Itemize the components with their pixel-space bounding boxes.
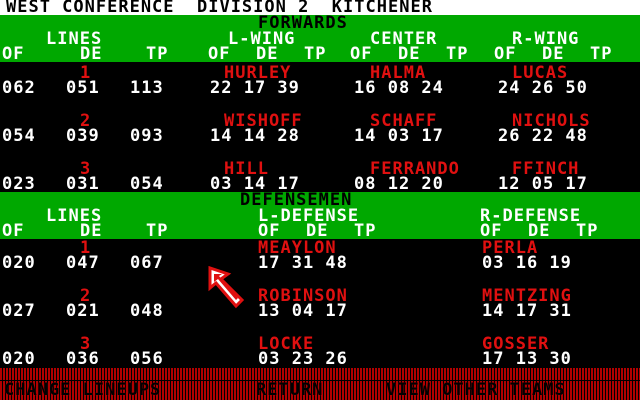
fw-col-header-de: DE — [398, 44, 421, 64]
line-offense: 020 — [2, 349, 36, 369]
fw-col-header-tp: TP — [304, 44, 327, 64]
fw-col-header-of: OF — [208, 44, 231, 64]
line-defense: 031 — [66, 174, 100, 194]
line-total-points: 054 — [130, 174, 164, 194]
right-wing-stats: 24 26 50 — [498, 78, 588, 98]
line-total-points: 056 — [130, 349, 164, 369]
fw-col-header-de: DE — [256, 44, 279, 64]
df-col-header-tp: TP — [354, 221, 377, 241]
fw-col-header-de: DE — [542, 44, 565, 64]
center-stats: 16 08 24 — [354, 78, 444, 98]
fw-col-header-of: OF — [350, 44, 373, 64]
line-offense: 062 — [2, 78, 36, 98]
team-title: WEST CONFERENCE DIVISION 2 KITCHENER — [6, 0, 433, 17]
left-defense-stats: 13 04 17 — [258, 301, 348, 321]
fw-col-header-de: DE — [80, 44, 103, 64]
line-defense: 036 — [66, 349, 100, 369]
right-defense-stats: 14 17 31 — [482, 301, 572, 321]
line-total-points: 113 — [130, 78, 164, 98]
return-button[interactable]: RETURN — [256, 382, 323, 399]
line-total-points: 093 — [130, 126, 164, 146]
df-col-header-tp: TP — [146, 221, 169, 241]
left-wing-stats: 14 14 28 — [210, 126, 300, 146]
fw-col-header-of: OF — [494, 44, 517, 64]
right-wing-stats: 26 22 48 — [498, 126, 588, 146]
line-total-points: 067 — [130, 253, 164, 273]
df-col-header-tp: TP — [576, 221, 599, 241]
line-offense: 027 — [2, 301, 36, 321]
line-offense: 020 — [2, 253, 36, 273]
line-offense: 054 — [2, 126, 36, 146]
fw-col-header-tp: TP — [446, 44, 469, 64]
line-offense: 023 — [2, 174, 36, 194]
line-defense: 051 — [66, 78, 100, 98]
df-col-header-of: OF — [2, 221, 25, 241]
line-defense: 039 — [66, 126, 100, 146]
left-wing-stats: 22 17 39 — [210, 78, 300, 98]
menu-stripe — [0, 368, 640, 380]
center-stats: 08 12 20 — [354, 174, 444, 194]
center-stats: 14 03 17 — [354, 126, 444, 146]
line-total-points: 048 — [130, 301, 164, 321]
fw-col-header-tp: TP — [146, 44, 169, 64]
right-defense-stats: 03 16 19 — [482, 253, 572, 273]
change-lineups-button[interactable]: CHANGE LINEUPS — [4, 382, 161, 399]
fw-col-header-of: OF — [2, 44, 25, 64]
left-defense-stats: 03 23 26 — [258, 349, 348, 369]
fw-col-header-tp: TP — [590, 44, 613, 64]
right-defense-stats: 17 13 30 — [482, 349, 572, 369]
line-defense: 021 — [66, 301, 100, 321]
left-defense-stats: 17 31 48 — [258, 253, 348, 273]
pointer-cursor-icon — [208, 266, 245, 309]
view-other-teams-button[interactable]: VIEW OTHER TEAMS — [386, 382, 566, 399]
right-wing-stats: 12 05 17 — [498, 174, 588, 194]
line-defense: 047 — [66, 253, 100, 273]
